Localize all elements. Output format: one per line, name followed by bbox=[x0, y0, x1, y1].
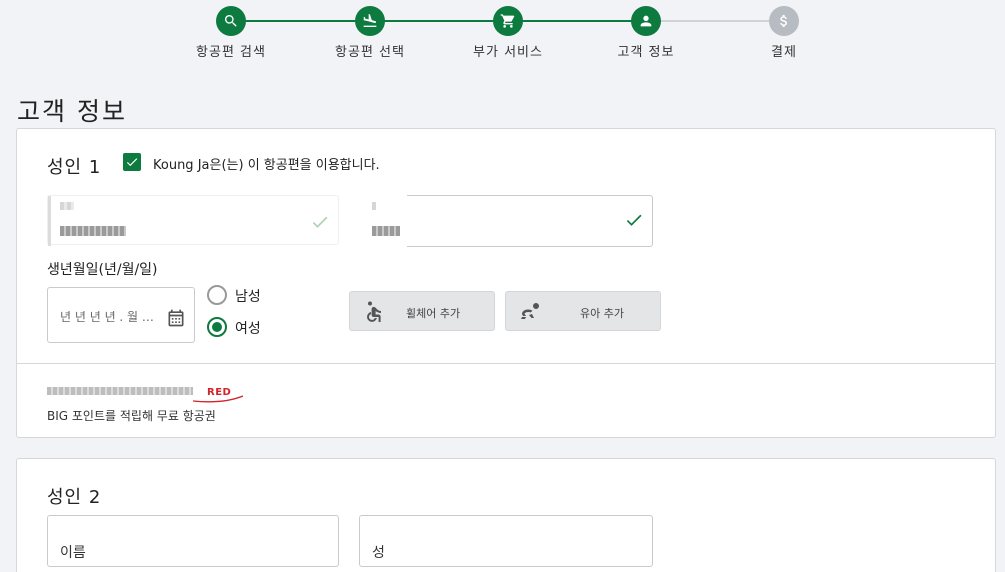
gender-female-label: 여성 bbox=[235, 321, 261, 337]
redacted-value bbox=[372, 226, 400, 236]
first-name-field[interactable] bbox=[47, 195, 339, 246]
first-name-label: 이름 bbox=[60, 545, 86, 561]
redacted-label bbox=[60, 202, 74, 210]
cart-icon bbox=[493, 6, 523, 36]
person-icon bbox=[631, 6, 661, 36]
field-edge bbox=[48, 196, 51, 246]
step-label: 항공편 검색 bbox=[196, 45, 266, 60]
last-name-field[interactable]: 성 bbox=[359, 515, 653, 567]
redacted-value bbox=[60, 226, 126, 236]
add-infant-label: 유아 추가 bbox=[580, 307, 624, 320]
step-customer-info[interactable]: 고객 정보 bbox=[591, 6, 701, 60]
add-wheelchair-button[interactable]: 휠체어 추가 bbox=[349, 291, 495, 331]
step-label: 고객 정보 bbox=[617, 45, 675, 60]
page-title: 고객 정보 bbox=[17, 97, 127, 126]
gender-male-radio[interactable] bbox=[207, 285, 227, 305]
dob-input[interactable]: 년 년 년 년 . 월 월 . 일 일 bbox=[47, 287, 195, 343]
step-label: 결제 bbox=[771, 45, 797, 60]
field-mask bbox=[359, 195, 407, 247]
step-extras[interactable]: 부가 서비스 bbox=[453, 6, 563, 60]
passenger-card-1: 성인 1 Koung Ja은(는) 이 항공편을 이용합니다. 생년월일(년/월… bbox=[16, 128, 996, 438]
red-swoosh-icon bbox=[193, 395, 243, 403]
first-name-field[interactable]: 이름 bbox=[47, 515, 339, 567]
gender-male-label: 남성 bbox=[235, 289, 261, 305]
redacted-program-name bbox=[47, 387, 193, 395]
search-icon bbox=[216, 6, 246, 36]
dob-placeholder: 년 년 년 년 . 월 월 . 일 일 bbox=[60, 310, 164, 324]
add-wheelchair-label: 휠체어 추가 bbox=[406, 307, 461, 320]
last-name-label: 성 bbox=[372, 545, 385, 561]
wheelchair-icon bbox=[367, 301, 381, 322]
passenger-title: 성인 2 bbox=[47, 487, 102, 508]
step-label: 항공편 선택 bbox=[335, 45, 405, 60]
passenger-travels-label: Koung Ja은(는) 이 항공편을 이용합니다. bbox=[153, 158, 380, 173]
step-payment[interactable]: 결제 bbox=[729, 6, 839, 60]
dollar-icon bbox=[769, 6, 799, 36]
calendar-icon[interactable] bbox=[166, 308, 186, 328]
check-icon bbox=[626, 214, 642, 226]
stepper-line-done bbox=[231, 20, 647, 22]
check-icon bbox=[126, 158, 138, 167]
last-name-field[interactable] bbox=[359, 195, 653, 247]
step-label: 부가 서비스 bbox=[473, 45, 543, 60]
big-points-text: BIG 포인트를 적립해 무료 항공권 bbox=[47, 409, 216, 423]
infant-crawling-icon bbox=[521, 303, 539, 319]
card-divider bbox=[17, 363, 995, 364]
step-flight-search[interactable]: 항공편 검색 bbox=[176, 6, 286, 60]
airplane-landing-icon bbox=[355, 6, 385, 36]
passenger-card-2: 성인 2 이름 성 bbox=[16, 458, 996, 572]
gender-female-radio[interactable] bbox=[207, 317, 227, 337]
add-infant-button[interactable]: 유아 추가 bbox=[505, 291, 661, 331]
passenger-travels-checkbox[interactable] bbox=[123, 153, 141, 171]
step-flight-select[interactable]: 항공편 선택 bbox=[315, 6, 425, 60]
progress-stepper: 항공편 검색 항공편 선택 부가 서비스 고객 정보 결제 bbox=[0, 0, 1005, 70]
check-icon bbox=[312, 216, 328, 228]
dob-label: 생년월일(년/월/일) bbox=[47, 262, 158, 278]
passenger-title: 성인 1 bbox=[47, 157, 102, 178]
redacted-label bbox=[372, 202, 376, 210]
